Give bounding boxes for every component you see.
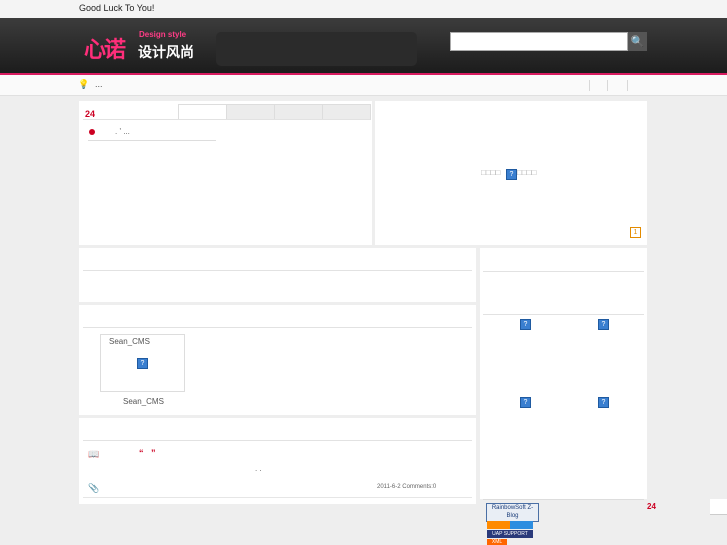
search-icon: 🔍: [630, 36, 645, 48]
notice-divider: [627, 80, 628, 91]
broken-image-icon[interactable]: ?: [598, 397, 609, 408]
tag-icon: 📎: [88, 483, 100, 493]
tab-2[interactable]: [226, 104, 275, 120]
sidebar-panel: [480, 248, 647, 499]
broken-image-icon: ?: [137, 358, 148, 369]
content-panel: [79, 248, 476, 302]
slideshow-placeholder-after: □□□□: [517, 168, 537, 177]
search-button[interactable]: 🔍: [628, 32, 647, 51]
sidebar-count: 24: [647, 502, 656, 511]
logo-cn-text: 设计风尚: [138, 44, 194, 60]
header-nav-box[interactable]: [216, 32, 417, 66]
post-list-panel: [79, 101, 372, 245]
tab-3[interactable]: [274, 104, 323, 120]
lightbulb-icon: 💡: [78, 79, 90, 89]
gallery-author-top: Sean_CMS: [109, 337, 150, 346]
site-header: 心诺 Design style 设计风尚 🔍: [0, 18, 727, 75]
notice-divider: [589, 80, 590, 91]
tab-divider: [83, 119, 370, 120]
notice-divider: [607, 80, 608, 91]
slide-page-number[interactable]: 1: [630, 227, 641, 238]
sidebar-corner-box: [710, 499, 727, 515]
quote-open: “: [139, 448, 144, 458]
xml-badge-text: XML: [491, 539, 503, 545]
uap-badge[interactable]: UAP SUPPORT: [487, 530, 533, 538]
broken-image-icon: ?: [506, 169, 517, 180]
panel-divider: [83, 270, 472, 271]
panel-divider: [83, 327, 472, 328]
top-bar: Good Luck To You!: [0, 0, 727, 18]
sidebar-divider: [483, 271, 644, 272]
article-panel: [79, 418, 476, 504]
uap-badge-text: UAP SUPPORT: [492, 531, 528, 537]
quote-close: ”: [151, 448, 156, 458]
panel-divider: [83, 497, 472, 498]
item-divider: [88, 140, 216, 141]
gallery-author-bottom[interactable]: Sean_CMS: [123, 397, 164, 406]
tab-4[interactable]: [322, 104, 371, 120]
zblog-badge-text: RainbowSoft Z-Blog: [491, 505, 534, 519]
book-icon: 📖: [88, 449, 100, 459]
post-count: 24: [85, 109, 96, 119]
xml-badge[interactable]: XML: [487, 539, 507, 545]
broken-image-icon[interactable]: ?: [598, 319, 609, 330]
notice-bar: 💡 ...: [0, 75, 727, 96]
notice-text: ...: [95, 79, 103, 89]
logo-main-text: 心诺: [84, 38, 126, 63]
rss-badge[interactable]: [487, 521, 533, 529]
broken-image-icon[interactable]: ?: [520, 319, 531, 330]
zblog-badge[interactable]: RainbowSoft Z-Blog: [486, 503, 539, 522]
greeting-text: Good Luck To You!: [79, 3, 155, 13]
article-body: . .: [255, 464, 262, 473]
tab-1[interactable]: [178, 104, 227, 120]
bullet-icon: [89, 129, 95, 135]
panel-divider: [83, 440, 472, 441]
slideshow-placeholder: □□□□: [481, 168, 501, 177]
broken-image-icon[interactable]: ?: [520, 397, 531, 408]
site-logo[interactable]: 心诺 Design style 设计风尚: [84, 30, 194, 64]
search-input[interactable]: [450, 32, 628, 51]
logo-tagline: Design style: [139, 30, 187, 39]
sidebar-divider: [483, 314, 644, 315]
sidebar-divider: [483, 499, 644, 500]
article-meta: 2011-6-2 Comments:0: [377, 484, 437, 490]
post-list-item[interactable]: . ' ...: [115, 127, 130, 136]
